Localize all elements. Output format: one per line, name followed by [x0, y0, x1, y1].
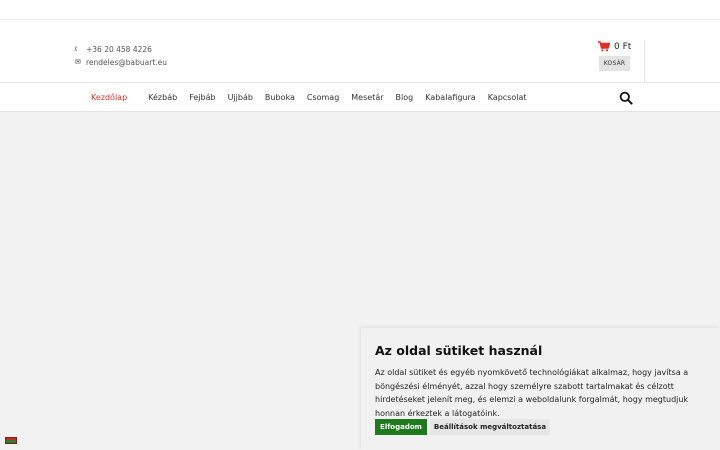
phone-number[interactable]: +36 20 458 4226 [86, 43, 152, 56]
phone-icon: 🕻 [75, 45, 78, 53]
email-row: ✉ rendeles@babuart.eu [75, 56, 167, 69]
nav-item-fejbab[interactable]: Fejbáb [183, 93, 221, 102]
nav-item-kabalafigura[interactable]: Kabalafigura [419, 93, 482, 102]
nav-item-buboka[interactable]: Buboka [259, 93, 301, 102]
cookie-text: Az oldal sütiket és egyéb nyomkövető tec… [375, 368, 689, 419]
nav-items: Kezdőlap Kézbáb Fejbáb Ujjbáb Buboka Cso… [85, 83, 533, 112]
cart-summary[interactable]: 0 Ft [598, 41, 631, 52]
page: 🕻 +36 20 458 4226 ✉ rendeles@babuart.eu … [0, 0, 720, 450]
nav-item-kezbab[interactable]: Kézbáb [142, 93, 183, 102]
cookie-settings-button[interactable]: Beállítások megváltoztatása [430, 419, 550, 435]
nav-item-csomag[interactable]: Csomag [301, 93, 345, 102]
cart-area: 0 Ft KOSÁR [598, 40, 645, 82]
search-icon[interactable] [619, 90, 633, 105]
cart-amount: 0 Ft [614, 41, 632, 52]
phone-row: 🕻 +36 20 458 4226 [75, 43, 167, 56]
envelope-icon: ✉ [75, 58, 81, 66]
main-navigation: Kezdőlap Kézbáb Fejbáb Ujjbáb Buboka Cso… [0, 83, 720, 112]
nav-item-blog[interactable]: Blog [390, 93, 420, 102]
nav-item-kezdolap[interactable]: Kezdőlap [85, 93, 133, 102]
cookie-title: Az oldal sütiket használ [375, 343, 543, 358]
nav-item-ujjbab[interactable]: Ujjbáb [222, 93, 259, 102]
cart-icon [598, 41, 610, 52]
cart-button[interactable]: KOSÁR [599, 56, 630, 71]
contact-info: 🕻 +36 20 458 4226 ✉ rendeles@babuart.eu [75, 43, 167, 69]
nav-item-kapcsolat[interactable]: Kapcsolat [482, 93, 533, 102]
cookie-accept-button[interactable]: Elfogadom [375, 419, 427, 435]
nav-item-mesetar[interactable]: Mesetár [345, 93, 389, 102]
language-flag-icon[interactable] [5, 437, 17, 444]
cookie-banner: Az oldal sütiket használ Az oldal sütike… [361, 328, 720, 450]
email-address[interactable]: rendeles@babuart.eu [86, 56, 167, 69]
top-strip [0, 0, 720, 20]
site-header: 🕻 +36 20 458 4226 ✉ rendeles@babuart.eu … [0, 20, 720, 83]
